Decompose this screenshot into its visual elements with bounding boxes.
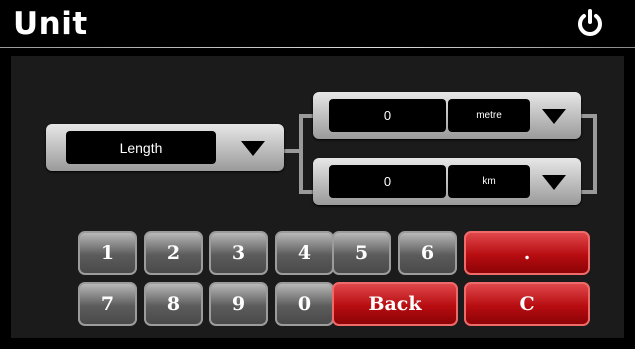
category-dropdown-icon[interactable]	[241, 141, 265, 156]
back-button[interactable]: Back	[332, 282, 458, 326]
key-7[interactable]: 7	[78, 282, 137, 326]
key-1[interactable]: 1	[78, 231, 137, 275]
from-unit-dropdown-icon[interactable]	[542, 109, 566, 124]
converter-panel: Length 0 metre 0 km 1 2 3 4 5 6 . 7 8 9 …	[11, 56, 624, 338]
to-unit-row: 0 km	[313, 158, 581, 205]
from-unit-select[interactable]: metre	[448, 99, 530, 132]
from-value-field[interactable]: 0	[329, 99, 446, 132]
key-9[interactable]: 9	[209, 282, 268, 326]
header-bar: Unit	[0, 0, 635, 48]
key-decimal[interactable]: .	[464, 231, 590, 275]
key-2[interactable]: 2	[144, 231, 203, 275]
key-8[interactable]: 8	[144, 282, 203, 326]
to-value-field[interactable]: 0	[329, 165, 446, 198]
to-unit-select[interactable]: km	[448, 165, 530, 198]
key-6[interactable]: 6	[398, 231, 457, 275]
key-3[interactable]: 3	[209, 231, 268, 275]
page-title: Unit	[13, 6, 88, 42]
key-0[interactable]: 0	[275, 282, 334, 326]
header-divider	[0, 47, 635, 48]
from-unit-row: 0 metre	[313, 92, 581, 139]
to-unit-dropdown-icon[interactable]	[542, 175, 566, 190]
key-5[interactable]: 5	[332, 231, 391, 275]
power-icon[interactable]	[575, 8, 605, 38]
category-value: Length	[66, 131, 216, 164]
clear-button[interactable]: C	[464, 282, 590, 326]
category-selector[interactable]: Length	[46, 124, 284, 171]
key-4[interactable]: 4	[275, 231, 334, 275]
